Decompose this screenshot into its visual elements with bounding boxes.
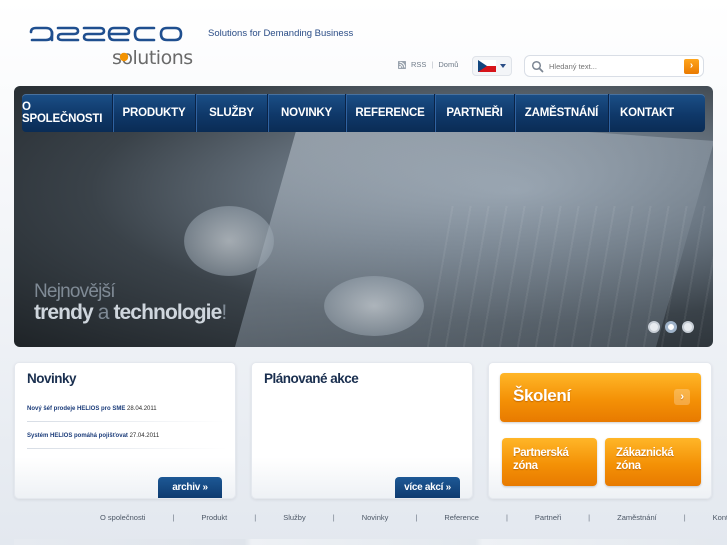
news-item-text[interactable]: Nový šéf prodeje HELIOS pro SME xyxy=(27,406,125,412)
footer-link-reference[interactable]: Reference xyxy=(444,513,479,522)
more-events-button[interactable]: více akcí » xyxy=(395,477,460,498)
search-submit-button[interactable]: › xyxy=(684,58,699,74)
slide-indicators xyxy=(648,321,694,333)
customer-zone-button[interactable]: Zákaznická zóna xyxy=(605,438,701,486)
chevron-down-icon xyxy=(500,64,506,68)
footer-separator: | xyxy=(683,513,686,522)
footer-link-produkt[interactable]: Produkt xyxy=(201,513,227,522)
partner-zone-line2: zóna xyxy=(513,460,538,472)
events-title: Plánované akce xyxy=(264,371,359,386)
footer-link-zamestnani[interactable]: Zaměstnání xyxy=(617,513,657,522)
footer-separator: | xyxy=(415,513,418,522)
arrow-right-icon: › xyxy=(689,60,694,71)
footer-separator: | xyxy=(172,513,175,522)
slide-dot-2[interactable] xyxy=(665,321,677,333)
footer-link-o-spolecnosti[interactable]: O společnosti xyxy=(100,513,145,522)
company-logo[interactable]: solutions xyxy=(28,22,203,68)
czech-flag-icon xyxy=(478,60,496,72)
footer-separator: | xyxy=(332,513,335,522)
news-title: Novinky xyxy=(27,371,77,386)
nav-item-zamestnani[interactable]: ZAMĚSTNÁNÍ xyxy=(515,94,609,132)
nav-item-sluzby[interactable]: SLUŽBY xyxy=(196,94,268,132)
events-panel: Plánované akce více akcí » xyxy=(251,362,473,499)
customer-zone-line2: zóna xyxy=(616,460,641,472)
bottom-bar xyxy=(14,539,713,545)
hero-decor-hand-right xyxy=(324,276,424,336)
slogan-line-2: trendy a technologie! xyxy=(34,301,227,325)
nav-item-reference[interactable]: REFERENCE xyxy=(346,94,435,132)
footer-separator: | xyxy=(588,513,591,522)
chevron-right-icon: › xyxy=(674,389,690,405)
footer-link-kontakt[interactable]: Kontakt xyxy=(713,513,727,522)
news-item-date: 28.04.2011 xyxy=(127,406,157,412)
home-link[interactable]: Domů xyxy=(438,60,458,69)
search-icon xyxy=(531,60,544,72)
search-input[interactable] xyxy=(549,56,684,76)
footer-link-sluzby[interactable]: Služby xyxy=(283,513,306,522)
slogan-line-1: Nejnovější xyxy=(34,281,116,302)
hero-decor-hand-left xyxy=(184,206,274,276)
training-label: Školení xyxy=(513,386,571,405)
nav-item-produkty[interactable]: PRODUKTY xyxy=(113,94,196,132)
news-item-date: 27.04.2011 xyxy=(129,433,160,439)
news-divider xyxy=(27,448,227,449)
rss-icon[interactable] xyxy=(398,60,406,69)
nav-item-o-spolecnosti[interactable]: O SPOLEČNOSTI xyxy=(22,94,113,132)
slogan-word-trendy: trendy xyxy=(34,301,94,324)
footer-separator: | xyxy=(254,513,257,522)
nav-item-partneri[interactable]: PARTNEŘI xyxy=(435,94,515,132)
footer-separator: | xyxy=(505,513,508,522)
footer-link-partneri[interactable]: Partneři xyxy=(535,513,561,522)
slogan-word-technologie: technologie xyxy=(113,301,222,324)
search-box: › xyxy=(524,55,704,77)
archive-button[interactable]: archiv » xyxy=(158,477,222,498)
footer-links: O společnosti | Produkt | Služby | Novin… xyxy=(100,513,727,522)
slide-dot-3[interactable] xyxy=(682,321,694,333)
news-item[interactable]: Nový šéf prodeje HELIOS pro SME 28.04.20… xyxy=(27,406,157,412)
main-navigation: O SPOLEČNOSTI PRODUKTY SLUŽBY NOVINKY RE… xyxy=(22,94,705,132)
news-panel: Novinky Nový šéf prodeje HELIOS pro SME … xyxy=(14,362,236,499)
news-item-text[interactable]: Systém HELIOS pomáhá pojišťovat xyxy=(27,433,128,439)
slogan-exclamation: ! xyxy=(221,301,227,324)
nav-item-kontakt[interactable]: KONTAKT xyxy=(609,94,685,132)
partner-zone-button[interactable]: Partnerská zóna xyxy=(502,438,597,486)
language-selector[interactable] xyxy=(472,56,512,76)
training-button[interactable]: Školení › xyxy=(500,373,701,422)
util-separator: | xyxy=(431,60,434,69)
news-divider xyxy=(27,421,227,422)
hero-slogan: Nejnovější trendy a technologie! xyxy=(34,281,227,325)
footer-link-novinky[interactable]: Novinky xyxy=(362,513,389,522)
slogan-conjunction: a xyxy=(97,301,110,324)
rss-link[interactable]: RSS xyxy=(411,60,426,69)
slide-dot-1[interactable] xyxy=(648,321,660,333)
tagline: Solutions for Demanding Business xyxy=(208,28,354,39)
partner-zone-line1: Partnerská xyxy=(513,447,569,459)
utility-links: RSS | Domů xyxy=(398,60,458,69)
news-item[interactable]: Systém HELIOS pomáhá pojišťovat 27.04.20… xyxy=(27,433,159,439)
customer-zone-line1: Zákaznická xyxy=(616,447,674,459)
nav-item-novinky[interactable]: NOVINKY xyxy=(268,94,346,132)
